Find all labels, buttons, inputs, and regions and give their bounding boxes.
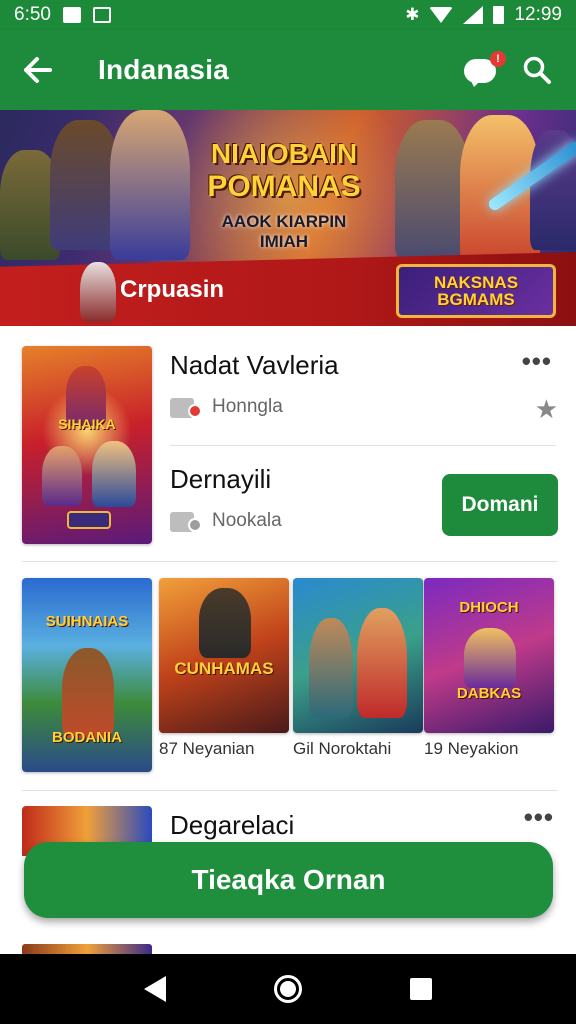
install-button[interactable]: Domani [442,474,558,536]
banner-character [395,120,470,260]
banner-character [110,110,190,260]
photo-notification-icon [62,7,81,23]
wifi-icon [429,7,454,23]
nav-recents-icon[interactable] [410,978,432,1000]
featured-art-title: SIHAIKA [58,416,116,432]
banner-character [460,115,540,265]
primary-action-button[interactable]: Tieaqka Ornan [24,842,553,918]
game-grid: SUIHNAIAS BODANIA CUNHAMAS 87 Neyanian G… [22,578,558,774]
notification-badge: ! [490,51,506,67]
game-caption: Gil Noroktahi [293,739,392,758]
featured-game-meta: Honngla [212,396,283,417]
system-nav-bar [0,954,576,1024]
app-title: Indanasia [98,54,229,85]
featured-game-title[interactable]: Nadat Vavleria [170,350,556,381]
game-thumbnail[interactable] [22,944,152,954]
game-caption: 87 Neyanian [159,739,255,758]
featured-game-art[interactable]: SIHAIKA [22,346,152,544]
screenshot-notification-icon [92,7,111,23]
game-tile[interactable]: Gil Noroktahi [293,578,423,759]
messages-button[interactable]: ! [464,51,506,87]
game-tile[interactable]: DHIOCH DABKAS 19 Neyakion [424,578,554,759]
battery-icon [493,6,505,24]
game-title[interactable]: Degarelaci [170,810,294,841]
banner-game-logo: NAKSNAS BGMAMS [396,264,556,318]
divider [22,561,558,562]
promo-banner[interactable]: NIAIOBAIN POMANAS AAOK KIARPIN IMIAH Crp… [0,110,576,326]
game-tile[interactable]: CUNHAMAS 87 Neyanian [159,578,289,759]
game-thumbnail[interactable] [293,578,423,733]
arrow-left-icon [24,57,52,83]
featured-game-subtitle: Dernayili [170,464,272,494]
search-icon [523,56,551,84]
featured-game-meta-2: Nookala [212,510,282,531]
banner-title: NIAIOBAIN POMANAS [207,138,361,203]
banner-avatar [80,262,116,322]
app-bar: Indanasia ! [0,30,576,110]
back-button[interactable] [0,30,76,110]
bluetooth-icon: ✱ [405,5,420,24]
search-button[interactable] [522,55,552,85]
download-size-icon [170,510,202,532]
divider [22,790,558,791]
status-bar: 6:50 ✱ 12:99 [0,0,576,30]
nav-back-icon[interactable] [144,976,166,1002]
game-thumbnail[interactable]: DHIOCH DABKAS [424,578,554,733]
status-time: 6:50 [14,4,51,25]
game-tile[interactable]: SUIHNAIAS BODANIA [22,578,152,772]
game-thumbnail[interactable]: CUNHAMAS [159,578,289,733]
game-caption: 19 Neyakion [424,739,519,758]
featured-game-card[interactable]: SIHAIKA Nadat Vavleria ••• Honngla ★ Der… [22,346,558,546]
nav-home-icon[interactable] [274,975,302,1003]
banner-label: Crpuasin [120,276,225,303]
star-icon[interactable]: ★ [535,394,558,425]
banner-subtitle: AAOK KIARPIN IMIAH [221,212,347,251]
rating-icon [170,396,202,418]
more-options-icon[interactable]: ••• [524,804,554,830]
cell-signal-icon [463,6,484,24]
game-thumbnail[interactable]: SUIHNAIAS BODANIA [22,578,152,772]
status-clock: 12:99 [514,4,562,25]
more-options-icon[interactable]: ••• [522,348,552,374]
